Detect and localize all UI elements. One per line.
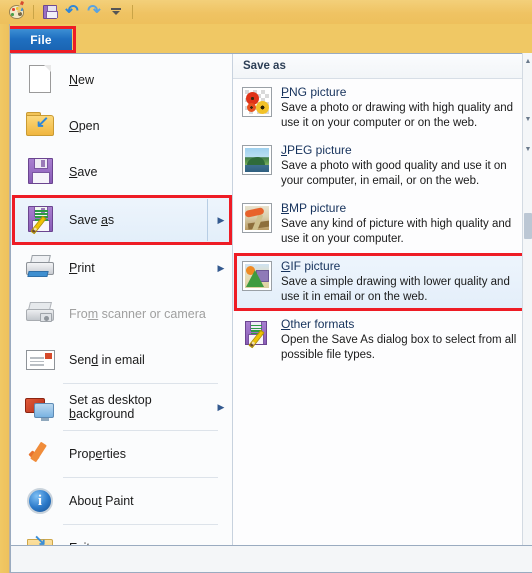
gif-picture-thumbnail	[242, 261, 272, 291]
checkmark-icon	[23, 437, 57, 471]
other-formats-floppy-icon	[242, 319, 272, 349]
menu-item-open[interactable]: ↙ Open	[11, 103, 232, 149]
format-option-other-formats[interactable]: Other formats Open the Save As dialog bo…	[233, 311, 532, 369]
paint-file-menu-window: ↶ ↷ File New ↙ Open Save Save as ▶ Print…	[0, 0, 532, 573]
scroll-down-arrow-icon[interactable]: ▼	[524, 115, 532, 125]
file-menu-left-list: New ↙ Open Save Save as ▶ Print ▶ From s…	[11, 54, 233, 560]
redo-icon[interactable]: ↷	[83, 2, 105, 22]
menu-item-label: Set as desktop background	[69, 393, 152, 421]
submenu-divider	[207, 199, 208, 241]
scroll-up-arrow-icon[interactable]: ▲	[524, 57, 532, 67]
chevron-right-icon: ▶	[217, 262, 225, 273]
redo-arrow-shape: ↷	[87, 3, 101, 20]
menu-item-properties[interactable]: Properties	[11, 431, 232, 477]
open-folder-icon: ↙	[23, 109, 57, 143]
quick-access-toolbar: ↶ ↷	[0, 0, 532, 24]
file-tab[interactable]: File	[10, 29, 72, 51]
format-option-bmp[interactable]: BMP picture Save any kind of picture wit…	[233, 195, 532, 253]
menu-item-label: About Paint	[69, 494, 134, 508]
menu-item-label: From scanner or camera	[69, 307, 206, 321]
format-option-gif[interactable]: GIF picture Save a simple drawing with l…	[233, 253, 532, 311]
undo-icon[interactable]: ↶	[61, 2, 83, 22]
format-option-title: PNG picture	[281, 85, 347, 99]
menu-footer-bar	[10, 545, 532, 573]
save-as-panel-header: Save as	[233, 54, 532, 79]
menu-item-from-scanner-or-camera: From scanner or camera	[11, 291, 232, 337]
chevron-down-icon	[111, 8, 121, 17]
format-option-title: Other formats	[281, 317, 355, 331]
save-as-submenu-panel: Save as PNG picture Save a photo or draw…	[233, 54, 532, 560]
format-option-description: Save a photo or drawing with high qualit…	[281, 102, 514, 129]
menu-item-save-as[interactable]: Save as ▶	[11, 195, 232, 245]
format-option-title: BMP picture	[281, 201, 347, 215]
save-icon[interactable]	[39, 2, 61, 22]
paint-app-icon[interactable]	[6, 0, 28, 22]
format-option-description: Save a photo with good quality and use i…	[281, 160, 507, 187]
scroll-down-arrow-icon-2[interactable]: ▼	[524, 145, 532, 155]
menu-item-label: New	[69, 73, 95, 87]
menu-item-save[interactable]: Save	[11, 149, 232, 195]
vertical-scrollbar[interactable]: ▲ ▼ ▼	[522, 53, 532, 561]
bmp-picture-thumbnail	[242, 203, 272, 233]
menu-item-print[interactable]: Print ▶	[11, 245, 232, 291]
menu-item-send-in-email[interactable]: Send in email	[11, 337, 232, 383]
menu-item-label: Save	[69, 165, 98, 179]
menu-item-label: Print	[69, 261, 95, 275]
format-option-description: Open the Save As dialog box to select fr…	[281, 334, 517, 361]
format-option-jpeg[interactable]: JPEG picture Save a photo with good qual…	[233, 137, 532, 195]
format-option-description: Save a simple drawing with lower quality…	[281, 276, 510, 303]
desktop-monitors-icon	[23, 390, 57, 424]
format-option-title: JPEG picture	[281, 143, 352, 157]
save-as-floppy-icon	[23, 203, 57, 237]
printer-icon	[23, 251, 57, 285]
scanner-camera-icon	[23, 297, 57, 331]
chevron-right-icon: ▶	[217, 214, 225, 225]
menu-item-about-paint[interactable]: i About Paint	[11, 478, 232, 524]
new-page-icon	[23, 63, 57, 97]
menu-item-label: Open	[69, 119, 100, 133]
png-picture-thumbnail	[242, 87, 272, 117]
menu-item-label: Properties	[69, 447, 126, 461]
format-option-title: GIF picture	[281, 259, 341, 273]
file-menu-panel: New ↙ Open Save Save as ▶ Print ▶ From s…	[10, 53, 532, 561]
menu-item-label: Send in email	[69, 353, 145, 367]
file-tab-container: File	[6, 26, 76, 53]
menu-item-label: Save as	[69, 213, 115, 227]
info-circle-icon: i	[23, 484, 57, 518]
menu-item-set-as-desktop-background[interactable]: Set as desktop background ▶	[11, 384, 232, 430]
floppy-shape	[43, 5, 58, 19]
undo-arrow-shape: ↶	[65, 3, 79, 20]
format-option-description: Save any kind of picture with high quali…	[281, 218, 512, 245]
scrollbar-thumb[interactable]	[524, 213, 532, 239]
chevron-right-icon: ▶	[217, 401, 225, 412]
format-option-png[interactable]: PNG picture Save a photo or drawing with…	[233, 79, 532, 137]
toolbar-separator	[33, 5, 34, 19]
toolbar-separator-2	[132, 5, 133, 19]
jpeg-picture-thumbnail	[242, 145, 272, 175]
customize-quick-access-toolbar-icon[interactable]	[105, 2, 127, 22]
menu-item-new[interactable]: New	[11, 57, 232, 103]
envelope-icon	[23, 343, 57, 377]
save-floppy-icon	[23, 155, 57, 189]
